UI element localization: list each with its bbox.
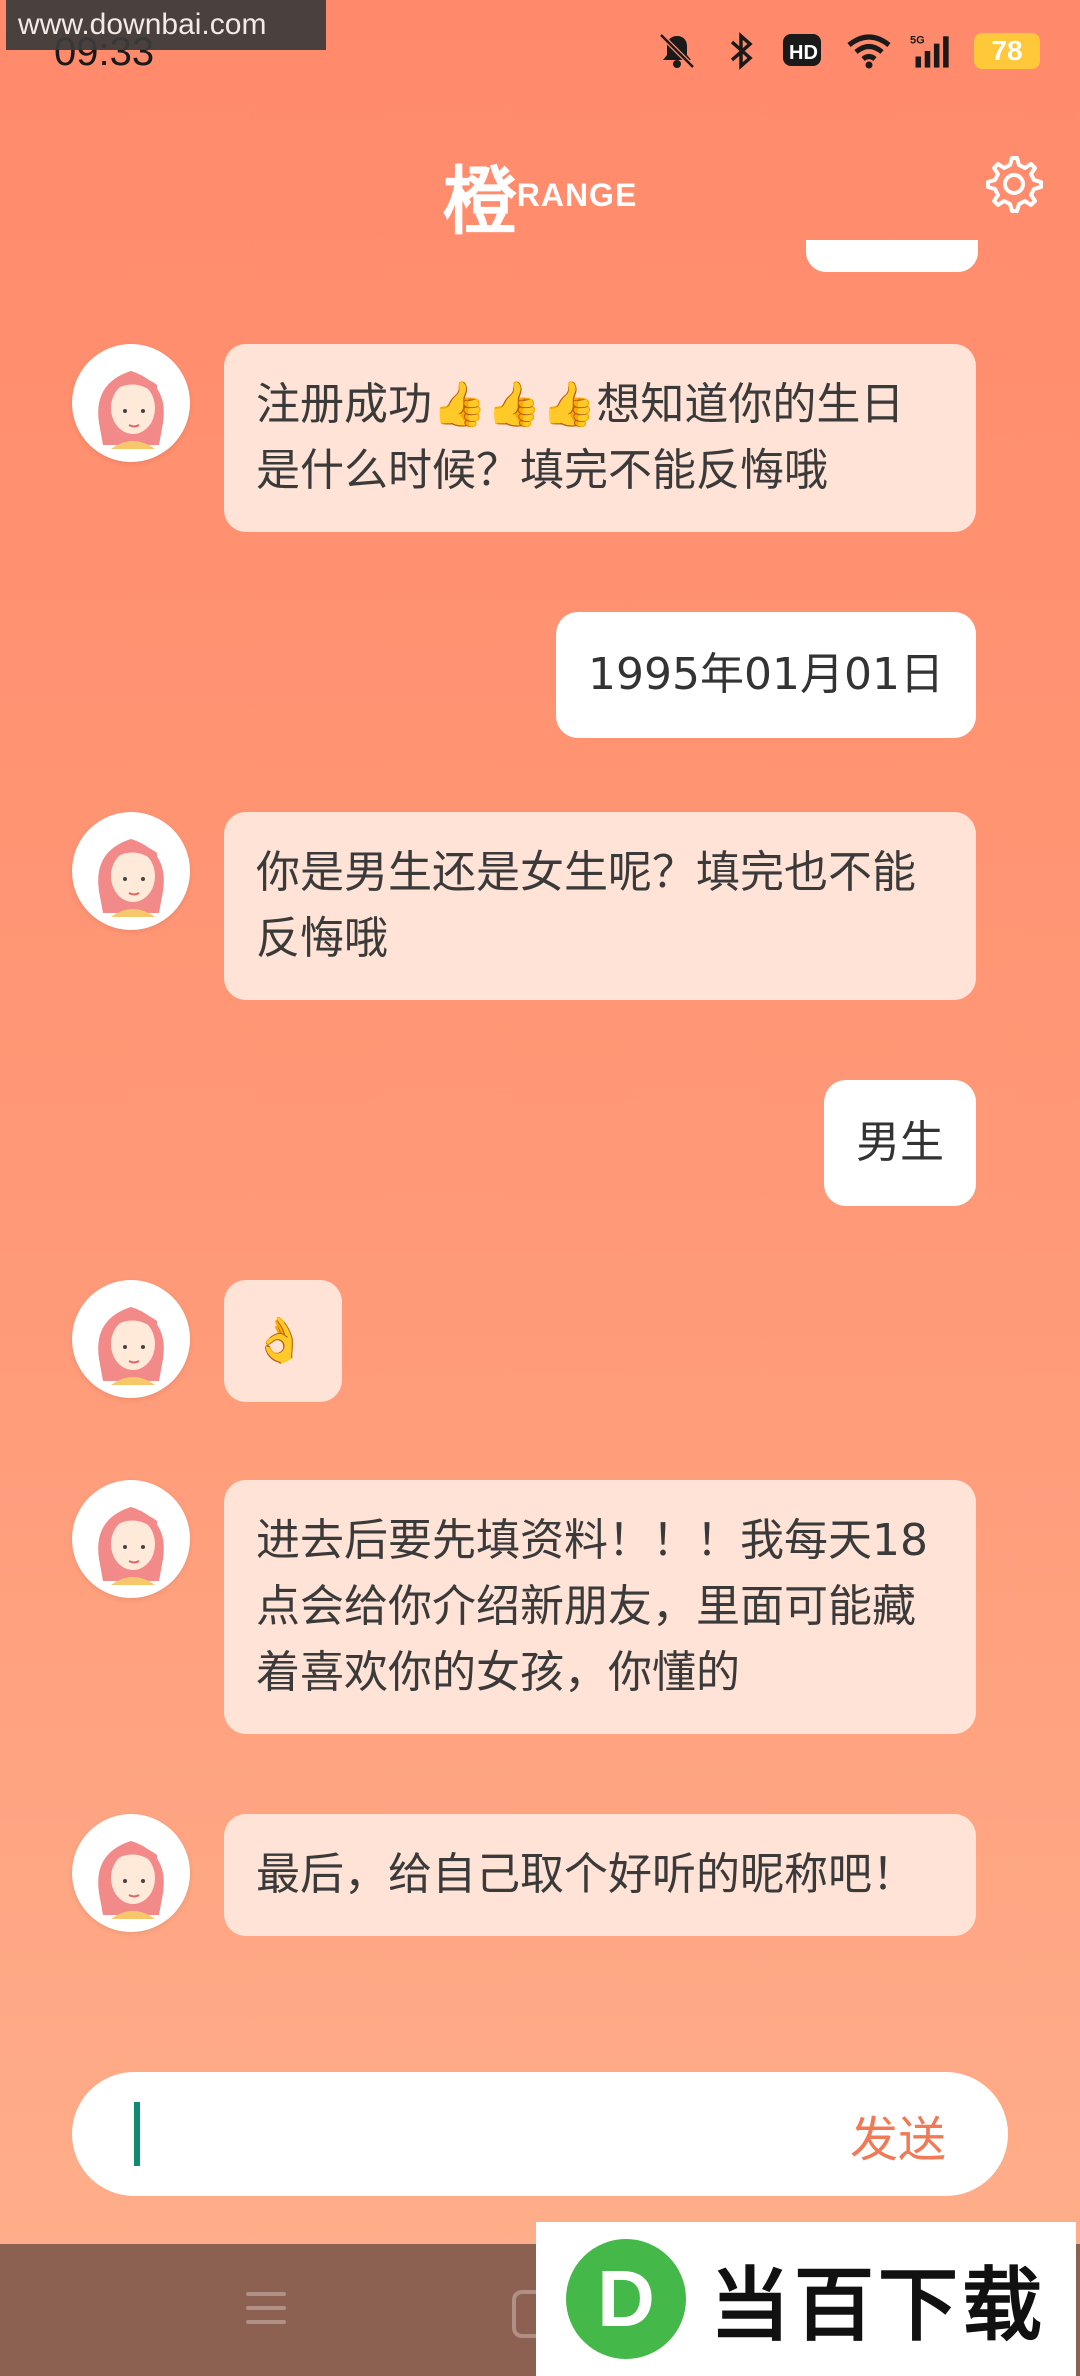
mute-bell-icon bbox=[654, 28, 700, 74]
previous-message-edge bbox=[806, 240, 978, 272]
message-input[interactable]: 发送 bbox=[72, 2072, 1008, 2196]
avatar[interactable] bbox=[72, 1280, 190, 1398]
bluetooth-icon bbox=[718, 28, 764, 74]
promo-watermark: D 当百下载 bbox=[536, 2222, 1076, 2376]
user-message: 1995年01月01日 bbox=[556, 612, 976, 738]
send-button[interactable]: 发送 bbox=[850, 2100, 946, 2170]
avatar[interactable] bbox=[72, 1814, 190, 1932]
battery-indicator: 78 bbox=[974, 33, 1040, 69]
bot-message: 你是男生还是女生呢？填完也不能反悔哦 bbox=[224, 812, 976, 1000]
bot-message: 进去后要先填资料！！！我每天18点会给你介绍新朋友，里面可能藏着喜欢你的女孩，你… bbox=[224, 1480, 976, 1734]
bot-message: 最后，给自己取个好听的昵称吧！ bbox=[224, 1814, 976, 1936]
svg-text:HD: HD bbox=[789, 42, 818, 64]
menu-icon[interactable] bbox=[246, 2292, 286, 2334]
svg-text:5G: 5G bbox=[910, 35, 925, 47]
logo-character: 橙 bbox=[442, 159, 517, 245]
wifi-icon bbox=[846, 28, 892, 74]
bot-message: 注册成功👍👍👍想知道你的生日是什么时候？填完不能反悔哦 bbox=[224, 344, 976, 532]
avatar[interactable] bbox=[72, 344, 190, 462]
promo-text: 当百下载 bbox=[710, 2259, 1046, 2352]
gear-icon[interactable] bbox=[980, 150, 1044, 214]
bot-message: 👌 bbox=[224, 1280, 342, 1402]
text-caret bbox=[134, 2102, 140, 2166]
app-logo: 橙RANGE bbox=[0, 142, 1080, 249]
promo-logo: D bbox=[566, 2239, 686, 2359]
avatar[interactable] bbox=[72, 812, 190, 930]
watermark: www.downbai.com bbox=[6, 0, 326, 50]
hd-icon: HD bbox=[782, 28, 828, 74]
signal-5g-icon: 5G bbox=[910, 28, 956, 74]
avatar[interactable] bbox=[72, 1480, 190, 1598]
logo-text: RANGE bbox=[516, 177, 638, 213]
user-message: 男生 bbox=[824, 1080, 976, 1206]
